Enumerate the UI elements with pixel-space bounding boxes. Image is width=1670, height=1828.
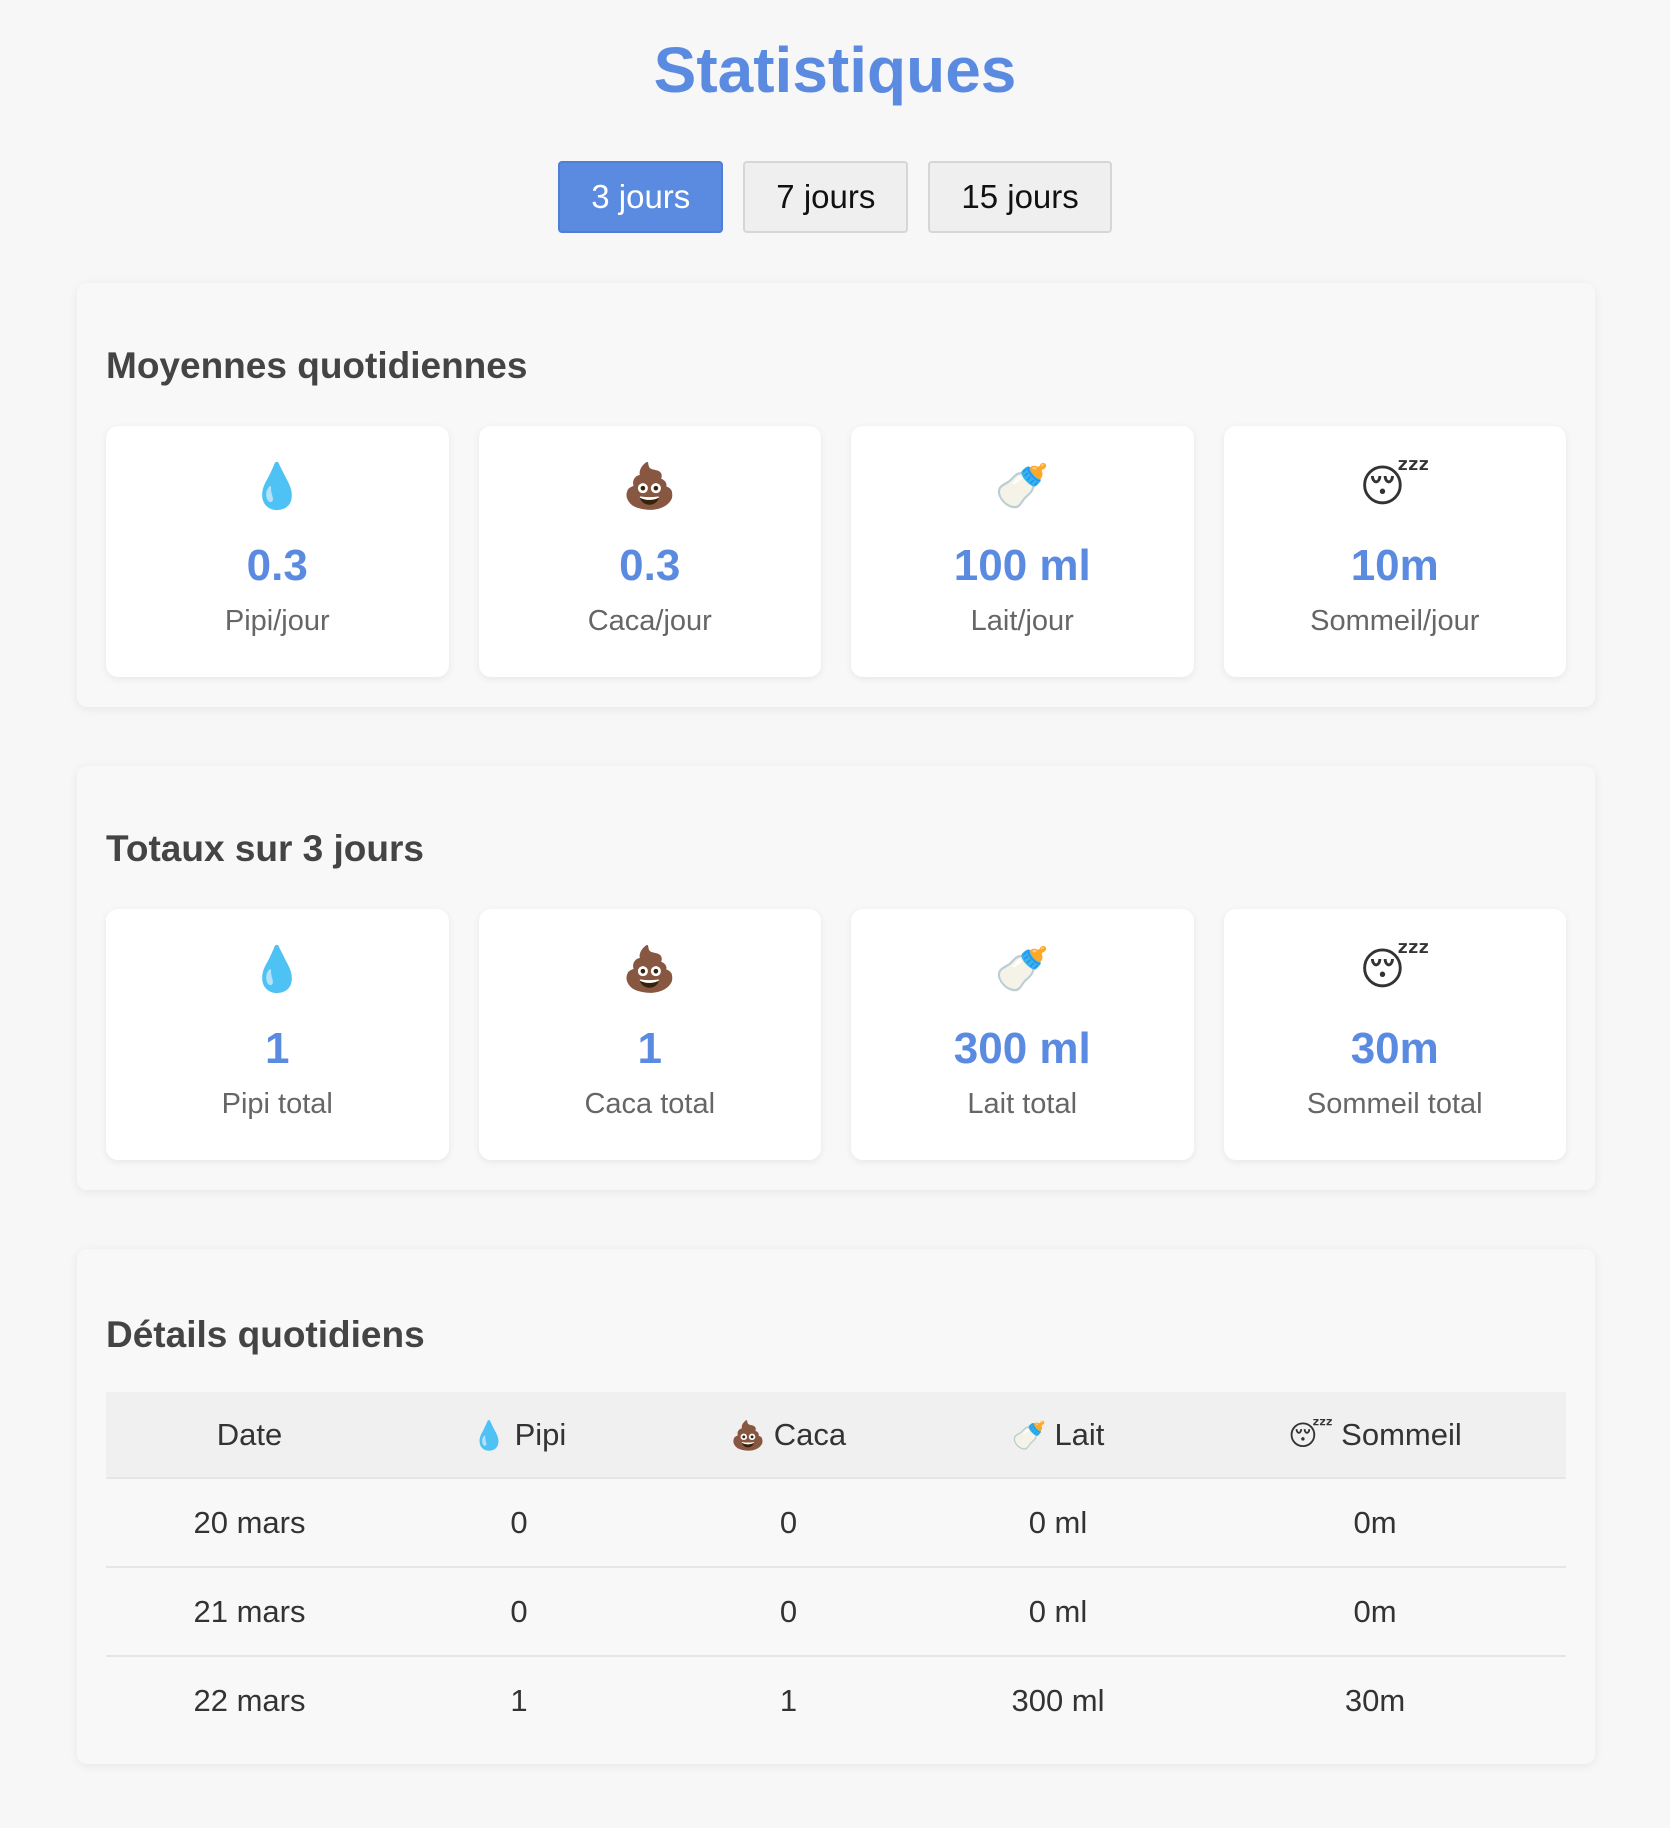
droplet-icon: 💧 [249,461,305,512]
averages-title: Moyennes quotidiennes [106,345,528,386]
sleeping-face-icon: 😴 [1359,461,1431,512]
stat-value: 10m [1350,541,1439,590]
stat-value: 0.3 [619,541,681,590]
stat-label: Pipi/jour [224,605,330,637]
baby-bottle-icon: 🍼 [994,461,1050,512]
avg-lait-card: 🍼 100 ml Lait/jour [851,426,1194,677]
column-header-sommeil: 😴 Sommeil [1288,1416,1462,1452]
cell-sommeil: 0m [1184,1566,1566,1656]
period-button-7-days[interactable]: 7 jours [743,161,909,233]
column-header-pipi: 💧 Pipi [471,1416,567,1452]
cell-date: 20 mars [106,1477,393,1567]
cell-caca: 0 [645,1566,932,1656]
column-header-lait: 🍼 Lait [1011,1416,1105,1452]
table-row: 20 mars 0 0 0 ml 0m [106,1477,1566,1567]
page-title: Statistiques [653,34,1017,106]
totals-title: Totaux sur 3 jours [106,828,424,869]
totals-section: Totaux sur 3 jours 💧 1 Pipi total 💩 1 Ca… [77,766,1595,1190]
total-lait-card: 🍼 300 ml Lait total [851,909,1194,1160]
daily-details-table: Date 💧 Pipi 💩 Caca 🍼 Lait 😴 Sommeil 20 mars … [106,1392,1566,1744]
poop-icon: 💩 [622,461,678,512]
averages-card-row: 💧 0.3 Pipi/jour 💩 0.3 Caca/jour 🍼 100 ml… [106,426,1566,677]
table-row: 21 mars 0 0 0 ml 0m [106,1566,1566,1656]
stat-label: Lait/jour [970,605,1074,637]
period-selector: 3 jours 7 jours 15 jours [0,161,1670,233]
cell-pipi: 0 [393,1566,645,1656]
total-caca-card: 💩 1 Caca total [478,909,821,1160]
stat-value: 300 ml [953,1024,1091,1073]
cell-date: 22 mars [106,1655,393,1744]
avg-sommeil-card: 😴 10m Sommeil/jour [1223,426,1566,677]
stat-value: 1 [265,1024,290,1073]
averages-section: Moyennes quotidiennes 💧 0.3 Pipi/jour 💩 … [77,283,1595,707]
cell-lait: 0 ml [932,1566,1184,1656]
stat-value: 30m [1350,1024,1439,1073]
sleeping-face-icon: 😴 [1359,944,1431,995]
totals-card-row: 💧 1 Pipi total 💩 1 Caca total 🍼 300 ml L… [106,909,1566,1160]
cell-pipi: 0 [393,1477,645,1567]
total-sommeil-card: 😴 30m Sommeil total [1223,909,1566,1160]
cell-caca: 1 [645,1655,932,1744]
table-row: 22 mars 1 1 300 ml 30m [106,1655,1566,1744]
poop-icon: 💩 [730,1418,766,1452]
period-button-3-days[interactable]: 3 jours [558,161,724,233]
droplet-icon: 💧 [249,944,305,995]
period-button-15-days[interactable]: 15 jours [928,161,1112,233]
stat-label: Lait total [967,1088,1078,1120]
poop-icon: 💩 [622,944,678,995]
table-header-row: Date 💧 Pipi 💩 Caca 🍼 Lait 😴 Sommeil [106,1392,1566,1478]
stat-value: 1 [637,1024,662,1073]
stat-label: Caca/jour [587,605,712,637]
cell-lait: 300 ml [932,1655,1184,1744]
avg-pipi-card: 💧 0.3 Pipi/jour [106,426,449,677]
column-header-date: Date [216,1416,283,1452]
cell-pipi: 1 [393,1655,645,1744]
cell-date: 21 mars [106,1566,393,1656]
cell-sommeil: 0m [1184,1477,1566,1567]
cell-caca: 0 [645,1477,932,1567]
baby-bottle-icon: 🍼 [1011,1418,1047,1452]
sleeping-face-icon: 😴 [1288,1418,1334,1452]
details-title: Détails quotidiens [106,1314,425,1355]
stat-value: 0.3 [246,541,308,590]
stat-label: Pipi total [221,1088,333,1120]
cell-lait: 0 ml [932,1477,1184,1567]
cell-sommeil: 30m [1184,1655,1566,1744]
stat-label: Caca total [584,1088,716,1120]
column-header-caca: 💩 Caca [730,1416,847,1452]
total-pipi-card: 💧 1 Pipi total [106,909,449,1160]
stat-value: 100 ml [953,541,1091,590]
stat-label: Sommeil/jour [1310,605,1480,637]
baby-bottle-icon: 🍼 [994,944,1050,995]
stat-label: Sommeil total [1306,1088,1483,1120]
avg-caca-card: 💩 0.3 Caca/jour [478,426,821,677]
details-section: Détails quotidiens Date 💧 Pipi 💩 Caca 🍼 Lai… [77,1249,1595,1764]
droplet-icon: 💧 [471,1418,507,1452]
